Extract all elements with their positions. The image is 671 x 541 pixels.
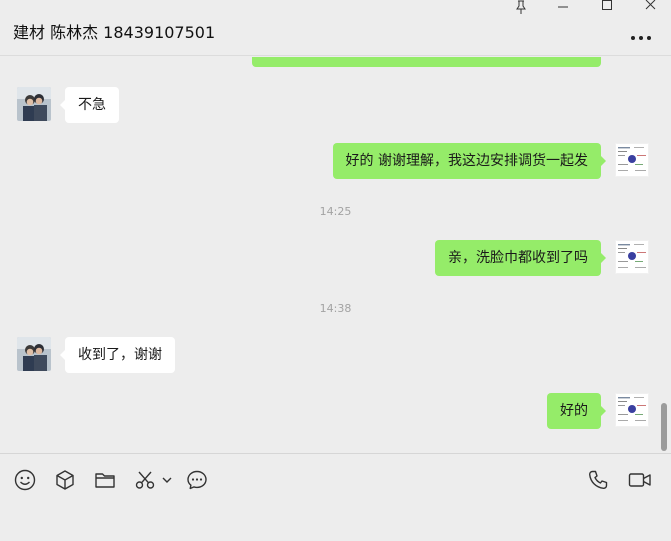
- favorites-cube-icon[interactable]: [53, 468, 77, 492]
- scissors-screenshot-icon[interactable]: [133, 468, 157, 492]
- message-bubble-outgoing[interactable]: 好的 谢谢理解，我这边安排调货一起发: [332, 143, 607, 179]
- contact-avatar[interactable]: [17, 337, 51, 371]
- close-icon[interactable]: [639, 0, 663, 14]
- message-bubble-outgoing[interactable]: 亲，洗脸巾都收到了吗: [435, 240, 606, 276]
- folder-icon[interactable]: [93, 468, 117, 492]
- title-bar: 建材 陈林杰 18439107501: [0, 0, 671, 56]
- message-bubble-incoming[interactable]: 不急: [60, 87, 119, 123]
- timestamp: 14:25: [319, 205, 352, 218]
- contact-avatar[interactable]: [17, 87, 51, 121]
- chat-message-area[interactable]: 不急 好的 谢谢理解，我这边安排调货一起发 14:25 亲，洗脸巾都收到了吗 1…: [0, 57, 671, 453]
- pin-icon[interactable]: [509, 0, 533, 14]
- message-bubble-outgoing-partial: [252, 57, 601, 67]
- voice-call-icon[interactable]: [586, 468, 610, 492]
- maximize-icon[interactable]: [595, 0, 619, 14]
- chat-title: 建材 陈林杰 18439107501: [13, 23, 216, 42]
- my-avatar[interactable]: [615, 240, 649, 274]
- message-bubble-incoming[interactable]: 收到了，谢谢: [60, 337, 175, 373]
- emoji-icon[interactable]: [13, 468, 37, 492]
- more-icon[interactable]: [630, 28, 652, 42]
- video-call-icon[interactable]: [627, 468, 653, 492]
- chat-scrollbar[interactable]: [661, 403, 667, 451]
- minimize-icon[interactable]: [551, 0, 575, 14]
- chevron-down-icon[interactable]: [160, 468, 174, 492]
- my-avatar[interactable]: [615, 143, 649, 177]
- my-avatar[interactable]: [615, 393, 649, 427]
- input-toolbar: [0, 453, 671, 541]
- message-bubble-outgoing[interactable]: 好的: [547, 393, 606, 429]
- chat-history-icon[interactable]: [185, 468, 209, 492]
- timestamp: 14:38: [319, 302, 352, 315]
